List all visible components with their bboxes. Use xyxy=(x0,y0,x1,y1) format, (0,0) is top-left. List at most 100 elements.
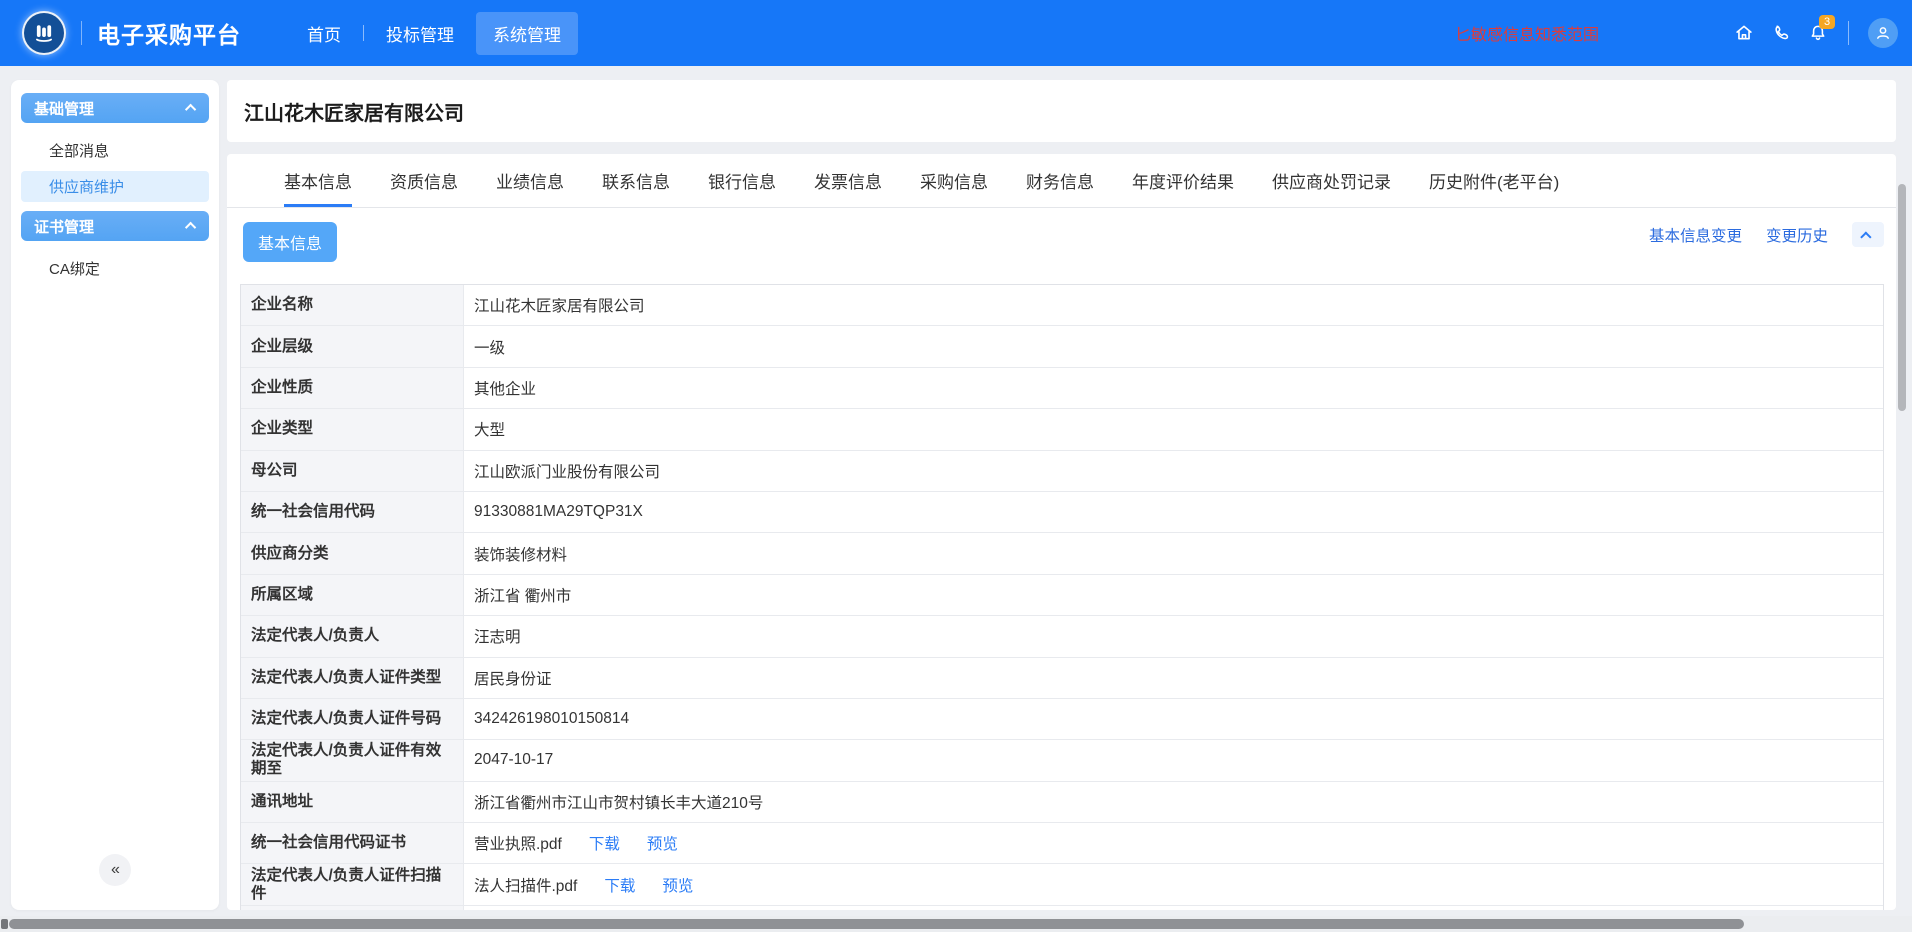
table-row: 统一社会信用代码证书 营业执照.pdf 下载 预览 xyxy=(241,823,1883,864)
field-value: 江山欧派门业股份有限公司 xyxy=(464,451,1883,491)
home-icon[interactable] xyxy=(1733,22,1755,44)
nav-item[interactable]: 投标管理 xyxy=(386,21,454,46)
company-title: 江山花木匠家居有限公司 xyxy=(244,97,464,126)
field-label: 法定代表人/负责人证件有效期至 xyxy=(241,740,464,780)
table-row: 法定代表人/负责人证件类型 居民身份证 xyxy=(241,658,1883,699)
field-value-text: 江山欧派门业股份有限公司 xyxy=(474,460,660,482)
field-value: 浙江省衢州市江山市贺村镇长丰大道210号 xyxy=(464,782,1883,822)
field-value-text: 江山花木匠家居有限公司 xyxy=(474,294,645,316)
tab[interactable]: 发票信息 xyxy=(814,154,882,207)
user-avatar-icon[interactable] xyxy=(1868,18,1898,48)
field-value: 一级 xyxy=(464,326,1883,366)
tab[interactable]: 银行信息 xyxy=(708,154,776,207)
horizontal-scrollbar-thumb[interactable] xyxy=(9,919,1744,929)
field-value: 浙江省 衢州市 xyxy=(464,575,1883,615)
tab[interactable]: 基本信息 xyxy=(284,154,352,207)
vertical-scrollbar[interactable] xyxy=(1898,184,1906,411)
sidebar-collapse-button[interactable]: « xyxy=(99,854,131,886)
field-value: 营业执照.pdf 下载 预览 xyxy=(464,823,1883,863)
field-value-text: 2047-10-17 xyxy=(474,751,553,769)
field-label: 统一社会信用代码 xyxy=(241,492,464,532)
sidebar-item[interactable]: 供应商维护 xyxy=(21,171,209,202)
app-title: 电子采购平台 xyxy=(97,16,241,50)
preview-link[interactable]: 预览 xyxy=(662,874,693,896)
section-collapse-button[interactable] xyxy=(1852,222,1884,247)
field-value: 91330881MA29TQP31X xyxy=(464,492,1883,532)
table-row: 企业类型 大型 xyxy=(241,409,1883,450)
horizontal-scrollbar-track[interactable] xyxy=(0,916,1912,932)
brand-divider xyxy=(81,21,82,45)
tab[interactable]: 年度评价结果 xyxy=(1132,154,1234,207)
field-label: 企业性质 xyxy=(241,368,464,408)
basic-info-change-link[interactable]: 基本信息变更 xyxy=(1649,224,1742,246)
nav-item[interactable]: 系统管理 xyxy=(476,12,578,55)
section-badge[interactable]: 基本信息 xyxy=(243,222,337,262)
field-value-text: 营业执照.pdf xyxy=(474,832,562,854)
field-label: 法定代表人/负责人证件号码 xyxy=(241,699,464,739)
sidebar-item[interactable]: 全部消息 xyxy=(21,135,209,166)
field-value-text: 浙江省衢州市江山市贺村镇长丰大道210号 xyxy=(474,791,763,813)
sidebar-item[interactable]: CA绑定 xyxy=(21,253,209,284)
table-row: 通讯地址 浙江省衢州市江山市贺村镇长丰大道210号 xyxy=(241,782,1883,823)
field-value: 法人扫描件.pdf 下载 预览 xyxy=(464,864,1883,904)
sidebar-group-cert: 证书管理 CA绑定 xyxy=(21,211,209,284)
table-row: 企业名称 江山花木匠家居有限公司 xyxy=(241,285,1883,326)
field-value: 其他企业 xyxy=(464,368,1883,408)
app-logo-icon xyxy=(22,11,66,55)
field-label: 法定代表人/负责人 xyxy=(241,616,464,656)
scroll-left-arrow[interactable] xyxy=(1,919,8,929)
table-row: 法定代表人/负责人证件有效期至 2047-10-17 xyxy=(241,740,1883,781)
field-value: 2047-10-17 xyxy=(464,740,1883,780)
field-label xyxy=(241,906,464,910)
tab[interactable]: 历史附件(老平台) xyxy=(1429,154,1559,207)
tab[interactable]: 财务信息 xyxy=(1026,154,1094,207)
preview-link[interactable]: 预览 xyxy=(647,832,678,854)
tab[interactable]: 资质信息 xyxy=(390,154,458,207)
download-link[interactable]: 下载 xyxy=(589,832,620,854)
tab-bar: 基本信息 资质信息 业绩信息 联系信息 银行信息 发票信息 采购信息 财务信息 … xyxy=(227,154,1896,208)
sidebar-group-basic-header[interactable]: 基础管理 xyxy=(21,93,209,123)
field-label: 企业名称 xyxy=(241,285,464,325)
field-label: 所属区域 xyxy=(241,575,464,615)
tab[interactable]: 采购信息 xyxy=(920,154,988,207)
field-value: 装饰装修材料 xyxy=(464,533,1883,573)
change-history-link[interactable]: 变更历史 xyxy=(1766,224,1828,246)
basic-info-table: 企业名称 江山花木匠家居有限公司 企业层级 一级 企业性质 xyxy=(240,284,1884,910)
field-label: 母公司 xyxy=(241,451,464,491)
sidebar-group-basic: 基础管理 全部消息 供应商维护 xyxy=(21,93,209,202)
tab[interactable]: 供应商处罚记录 xyxy=(1272,154,1391,207)
notice-marquee: 匕敏感信息知悉范围 xyxy=(1455,0,1635,66)
nav-item[interactable]: 首页 xyxy=(307,21,364,46)
field-value-text: 其他企业 xyxy=(474,377,536,399)
table-row: 供应商分类 装饰装修材料 xyxy=(241,533,1883,574)
sidebar-group-cert-items: CA绑定 xyxy=(21,253,209,284)
sidebar-group-basic-items: 全部消息 供应商维护 xyxy=(21,135,209,202)
phone-icon[interactable] xyxy=(1770,22,1792,44)
header-icons: 3 xyxy=(1733,0,1898,66)
field-value: 江山花木匠家居有限公司 xyxy=(464,285,1883,325)
field-value-text: 法人扫描件.pdf xyxy=(474,874,577,896)
tab[interactable]: 业绩信息 xyxy=(496,154,564,207)
download-link[interactable]: 下载 xyxy=(604,874,635,896)
toolbar-links: 基本信息变更 变更历史 xyxy=(1649,222,1884,247)
section-toolbar: 基本信息 基本信息变更 变更历史 xyxy=(227,208,1896,271)
field-value-text: 装饰装修材料 xyxy=(474,543,567,565)
sidebar: 基础管理 全部消息 供应商维护 证书管理 CA绑定 « xyxy=(11,80,219,910)
bell-icon[interactable]: 3 xyxy=(1807,22,1829,44)
table-row: 所属区域 浙江省 衢州市 xyxy=(241,575,1883,616)
table-row: 法定代表人/负责人证件扫描件 法人扫描件.pdf 下载 预览 xyxy=(241,864,1883,905)
chevron-up-icon xyxy=(1860,231,1871,242)
field-value: 居民身份证 xyxy=(464,658,1883,698)
field-label: 通讯地址 xyxy=(241,782,464,822)
table-row: 企业性质 其他企业 xyxy=(241,368,1883,409)
field-label: 企业类型 xyxy=(241,409,464,449)
field-value-text: 一级 xyxy=(474,336,505,358)
notification-count-badge: 3 xyxy=(1819,15,1835,29)
table-row xyxy=(241,906,1883,910)
table-row: 统一社会信用代码 91330881MA29TQP31X xyxy=(241,492,1883,533)
tab[interactable]: 联系信息 xyxy=(602,154,670,207)
header-divider xyxy=(1848,21,1849,45)
sidebar-group-cert-header[interactable]: 证书管理 xyxy=(21,211,209,241)
field-value: 大型 xyxy=(464,409,1883,449)
main-nav: 首页 投标管理 系统管理 xyxy=(307,12,578,55)
